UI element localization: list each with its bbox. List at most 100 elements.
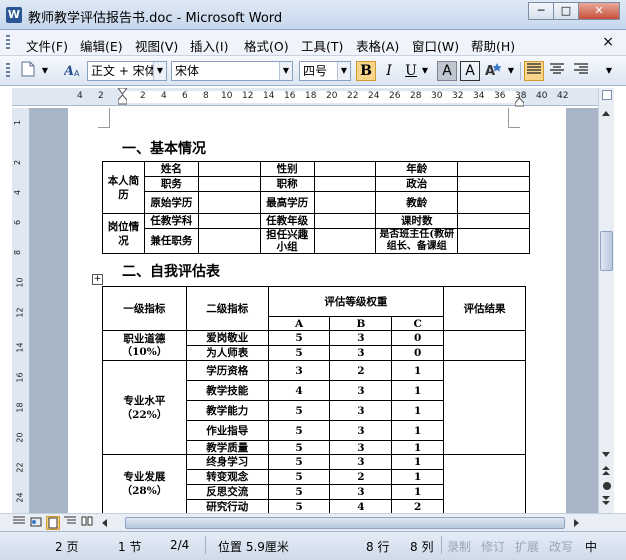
align-right-button[interactable] (571, 61, 591, 81)
font-effects-icon[interactable]: A (484, 61, 504, 81)
chevron-down-icon[interactable]: ▼ (279, 62, 292, 80)
toolbar-overflow-icon[interactable]: ▼ (40, 61, 50, 81)
status-language[interactable]: 中 (585, 538, 597, 555)
italic-button[interactable]: I (379, 61, 399, 81)
menu-insert[interactable]: 插入(I) (190, 36, 228, 55)
status-line[interactable]: 8 行 (366, 538, 389, 555)
print-layout-icon[interactable] (46, 516, 60, 530)
next-page-icon[interactable] (601, 496, 611, 508)
result-cell[interactable] (443, 454, 526, 513)
align-center-button[interactable] (547, 61, 567, 81)
font-size-select[interactable]: 四号 ▼ (299, 61, 351, 81)
value-cell[interactable] (313, 161, 377, 177)
result-cell[interactable] (443, 360, 526, 455)
value-cell[interactable] (313, 176, 377, 192)
scroll-right-icon[interactable] (572, 518, 580, 530)
table-row[interactable]: 专业水平 （22%） 学历资格 3 2 1 (102, 360, 526, 455)
status-extend[interactable]: 扩展 (515, 538, 539, 555)
normal-view-icon[interactable] (12, 516, 26, 530)
menu-file[interactable]: 文件(F) (26, 36, 68, 55)
self-eval-table[interactable]: 一级指标 二级指标 评估等级权重 评估结果 A B C 职业道德 （10%） 爱岗… (102, 286, 526, 513)
status-page-count[interactable]: 2/4 (170, 538, 189, 552)
select-browse-object-icon[interactable] (603, 482, 611, 490)
vertical-scroll-thumb[interactable] (600, 231, 613, 271)
underline-button[interactable]: U (401, 61, 421, 81)
value-cell[interactable] (313, 228, 377, 254)
table-move-handle[interactable]: + (92, 274, 103, 285)
horizontal-scroll-thumb[interactable] (125, 517, 565, 529)
chevron-down-icon[interactable]: ▼ (337, 62, 350, 80)
margin-corner-mark (508, 108, 520, 128)
toolbar-options-icon[interactable]: ▼ (603, 61, 615, 81)
status-column[interactable]: 8 列 (410, 538, 433, 555)
previous-page-icon[interactable] (601, 466, 611, 478)
value-cell[interactable] (197, 228, 261, 254)
table-row[interactable]: 职业道德 （10%） 爱岗敬业 5 3 0 (102, 330, 526, 361)
status-record[interactable]: 录制 (447, 538, 471, 555)
value-cell[interactable] (197, 213, 261, 229)
styles-formatting-icon[interactable]: AA (62, 61, 84, 81)
menu-help[interactable]: 帮助(H) (471, 36, 515, 55)
indent-marker[interactable] (117, 87, 128, 106)
underline-dropdown-icon[interactable]: ▼ (419, 61, 431, 81)
align-justify-button[interactable] (524, 61, 544, 81)
document-page[interactable]: 一、基本情况 本人简历 姓名 性别 年龄 职务 职称 政治 原始学历 最高学历 … (68, 108, 566, 513)
heading-self-eval[interactable]: 二、自我评估表 (122, 261, 220, 281)
web-layout-icon[interactable] (29, 516, 43, 530)
menu-grip-handle[interactable] (6, 35, 10, 51)
new-document-icon[interactable] (18, 61, 38, 81)
basic-info-table[interactable]: 本人简历 姓名 性别 年龄 职务 职称 政治 原始学历 最高学历 教龄 岗位情况… (102, 161, 530, 254)
status-overtype[interactable]: 改写 (549, 538, 573, 555)
value-cell[interactable] (457, 191, 530, 214)
menu-tools[interactable]: 工具(T) (301, 36, 343, 55)
right-indent-marker[interactable] (514, 96, 525, 107)
document-close-icon[interactable]: × (602, 34, 614, 50)
bold-button[interactable]: B (356, 61, 376, 81)
status-position[interactable]: 位置 5.9厘米 (218, 538, 289, 555)
word-app-icon[interactable]: W (6, 7, 22, 23)
chevron-down-icon[interactable]: ▼ (153, 62, 166, 80)
maximize-button[interactable]: □ (553, 2, 579, 20)
value-cell[interactable] (313, 191, 377, 214)
effects-dropdown-icon[interactable]: ▼ (505, 61, 517, 81)
value-cell[interactable] (457, 161, 530, 177)
value-cell[interactable] (197, 161, 261, 177)
minimize-button[interactable]: ─ (528, 2, 554, 20)
style-select[interactable]: 正文 + 宋体 ▼ (87, 61, 167, 81)
heading-basic-info[interactable]: 一、基本情况 (122, 138, 206, 158)
value-cell[interactable] (313, 213, 377, 229)
reading-layout-icon[interactable] (80, 516, 94, 530)
document-area[interactable]: 一、基本情况 本人简历 姓名 性别 年龄 职务 职称 政治 原始学历 最高学历 … (30, 108, 598, 513)
header-result: 评估结果 (443, 286, 526, 331)
value-cell[interactable] (457, 176, 530, 192)
value-cell[interactable] (457, 213, 530, 229)
status-section[interactable]: 1 节 (118, 538, 141, 555)
value-cell[interactable] (197, 191, 261, 214)
menu-table[interactable]: 表格(A) (356, 36, 399, 55)
horizontal-ruler[interactable]: 4 2 2 4 6 8 10 12 14 16 18 20 22 24 26 2… (12, 87, 610, 107)
table-row[interactable]: 专业发展 （28%） 终身学习 5 3 1 (102, 454, 526, 513)
menu-format[interactable]: 格式(O) (244, 36, 289, 55)
view-ruler-toggle-icon[interactable] (602, 90, 612, 100)
scroll-down-icon[interactable] (601, 450, 611, 460)
character-shading-button[interactable]: A (437, 61, 457, 81)
status-track-changes[interactable]: 修订 (481, 538, 505, 555)
outline-view-icon[interactable] (63, 516, 77, 530)
scroll-up-icon[interactable] (601, 110, 611, 120)
toolbar-grip-handle[interactable] (6, 63, 10, 79)
ruler-tick: 24 (15, 492, 25, 503)
close-button[interactable]: ✕ (578, 2, 620, 20)
character-border-button[interactable]: A (460, 61, 480, 81)
horizontal-scrollbar[interactable] (0, 513, 626, 531)
menu-view[interactable]: 视图(V) (135, 36, 178, 55)
value-cell[interactable] (457, 228, 530, 254)
vertical-scrollbar[interactable] (598, 88, 614, 513)
status-page[interactable]: 2 页 (55, 538, 78, 555)
result-cell[interactable] (443, 330, 526, 361)
menu-edit[interactable]: 编辑(E) (80, 36, 123, 55)
font-select[interactable]: 宋体 ▼ (171, 61, 293, 81)
value-cell[interactable] (197, 176, 261, 192)
menu-window[interactable]: 窗口(W) (412, 36, 459, 55)
vertical-ruler[interactable]: 1 2 4 6 8 10 12 14 16 18 20 22 24 (12, 108, 30, 513)
scroll-left-icon[interactable] (101, 518, 109, 530)
